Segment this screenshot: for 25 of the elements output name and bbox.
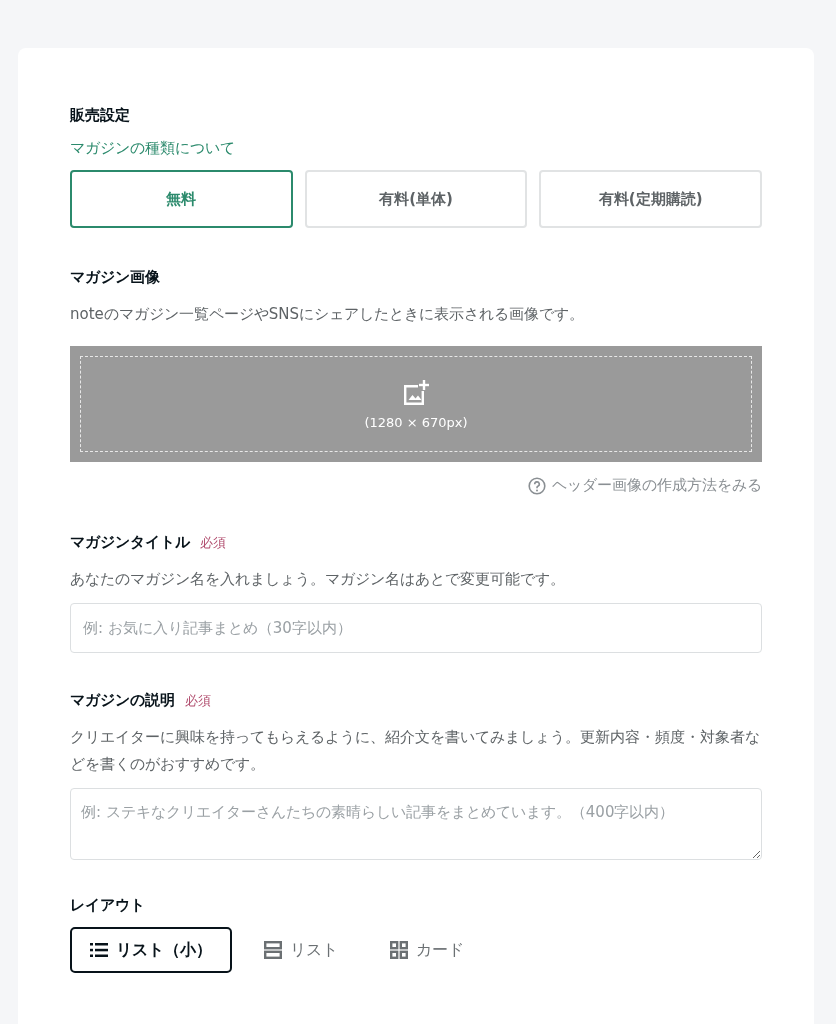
section-description: クリエイターに興味を持ってもらえるように、紹介文を書いてみましょう。更新内容・頻度・対象者などを書くのがおすすめです。 bbox=[70, 727, 761, 775]
required-label: 必須 bbox=[185, 691, 211, 710]
info-link[interactable]: マガジンの種類について bbox=[70, 139, 235, 158]
section-heading: レイアウト bbox=[70, 896, 146, 915]
image-upload-area[interactable]: (1280 × 670px) bbox=[70, 346, 762, 462]
title-input[interactable]: 例: お気に入り記事まとめ（30字以内） bbox=[70, 603, 762, 653]
section-description: noteのマガジン一覧ページやSNSにシェアしたときに表示される画像です。 bbox=[70, 304, 586, 325]
section-heading: マガジンタイトル bbox=[70, 533, 190, 552]
rows-icon bbox=[264, 941, 282, 959]
layout-option[interactable]: リスト（小） bbox=[70, 927, 232, 973]
type-option[interactable]: 無料 bbox=[70, 170, 293, 228]
list-icon bbox=[90, 942, 108, 958]
section-heading: マガジンの説明 bbox=[70, 691, 175, 710]
add-image-icon bbox=[402, 378, 430, 407]
section-heading: 販売設定 bbox=[70, 106, 131, 125]
type-option[interactable]: 有料(単体) bbox=[304, 170, 528, 228]
required-label: 必須 bbox=[200, 533, 226, 552]
section-description: あなたのマガジン名を入れましょう。マガジン名はあとで変更可能です。 bbox=[70, 569, 566, 590]
section-heading: マガジン画像 bbox=[70, 268, 161, 287]
description-textarea[interactable]: 例: ステキなクリエイターさんたちの素晴らしい記事をまとめています。（400字以内） bbox=[70, 788, 762, 860]
image-size-text: (1280 × 670px) bbox=[364, 414, 468, 430]
help-link[interactable]: ヘッダー画像の作成方法をみる bbox=[528, 476, 762, 495]
type-option[interactable]: 有料(定期購読) bbox=[539, 170, 762, 228]
grid-icon bbox=[390, 941, 408, 959]
help-icon bbox=[528, 476, 546, 495]
